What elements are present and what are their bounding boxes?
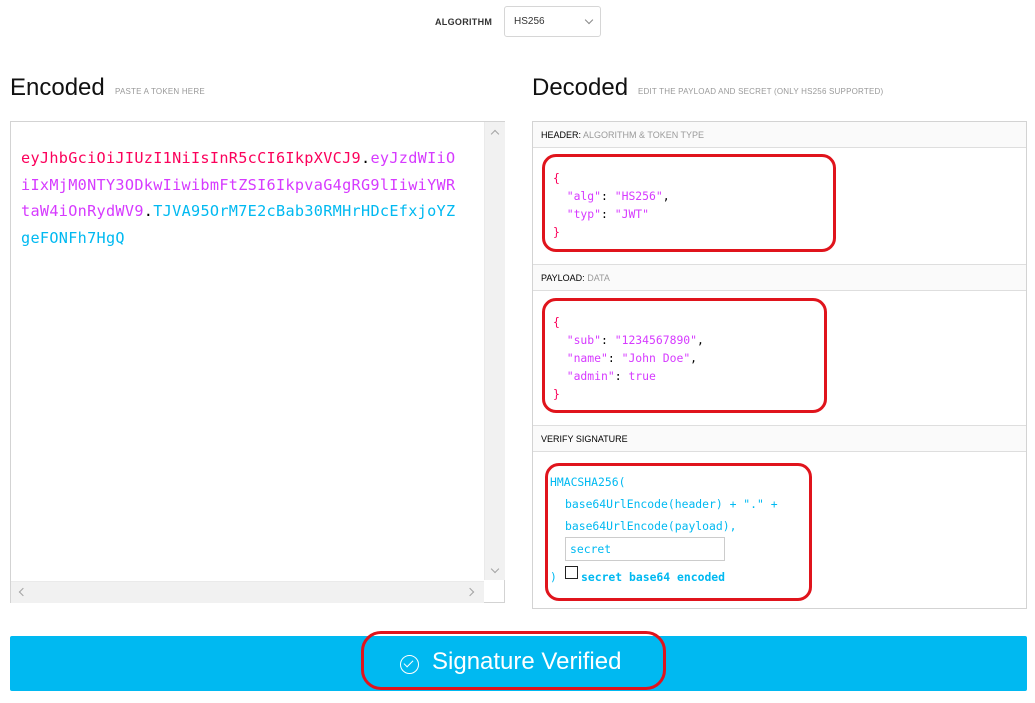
json-open-brace: { [553,171,560,185]
verify-line-1: HMACSHA256( [550,475,626,489]
payload-section-label: PAYLOAD: [541,273,585,283]
json-value: "HS256" [614,189,663,203]
verify-section-label: VERIFY SIGNATURE [541,434,628,444]
verify-section-title: VERIFY SIGNATURE [533,426,1026,452]
payload-json-editor[interactable]: { "sub": "1234567890", "name": "John Doe… [553,313,704,403]
check-circle-icon [400,655,419,674]
encoded-title: Encoded [10,74,105,101]
header-section-title: HEADER: ALGORITHM & TOKEN TYPE [533,122,1026,148]
header-section-sub: ALGORITHM & TOKEN TYPE [583,130,705,140]
token-header-segment: eyJhbGciOiJIUzI1NiIsInR5cCI6IkpXVCJ9 [21,149,361,167]
encoded-token-text[interactable]: eyJhbGciOiJIUzI1NiIsInR5cCI6IkpXVCJ9.eyJ… [21,145,461,251]
header-section-label: HEADER: [541,130,582,140]
json-value: "John Doe" [621,351,691,365]
signature-status-text: Signature Verified [432,648,622,675]
algorithm-select[interactable]: HS256 [504,6,601,37]
json-key: "name" [566,351,608,365]
secret-input[interactable]: secret [565,537,725,561]
json-key: "admin" [566,369,615,383]
verify-close-paren: ) [550,570,557,584]
chevron-down-icon [584,15,594,25]
json-close-brace: } [553,387,560,401]
scroll-right-icon[interactable] [465,587,475,597]
encoded-subtitle: PASTE A TOKEN HERE [115,87,205,96]
verify-line-3: base64UrlEncode(payload), [565,519,737,533]
horizontal-scrollbar[interactable] [11,581,484,603]
vertical-scrollbar[interactable] [484,122,505,580]
scroll-down-icon[interactable] [490,564,500,574]
decoded-title: Decoded [532,74,629,101]
json-key: "typ" [566,207,602,221]
json-value: "1234567890" [614,333,698,347]
secret-base64-label[interactable]: secret base64 encoded [581,570,725,584]
token-dot: . [143,202,154,220]
algorithm-selected-value: HS256 [514,16,545,27]
json-value: true [628,369,656,383]
secret-base64-checkbox[interactable] [565,566,578,579]
verify-line-2: base64UrlEncode(header) + "." + [565,497,778,511]
json-value: "JWT" [614,207,650,221]
json-key: "sub" [566,333,602,347]
scroll-up-icon[interactable] [490,129,500,139]
scroll-left-icon[interactable] [18,587,28,597]
decoded-subtitle: EDIT THE PAYLOAD AND SECRET (ONLY HS256 … [638,87,884,96]
json-key: "alg" [566,189,602,203]
json-close-brace: } [553,225,560,239]
header-json-editor[interactable]: { "alg": "HS256", "typ": "JWT" } [553,169,670,241]
algorithm-label: ALGORITHM [435,17,493,27]
payload-section-title: PAYLOAD: DATA [533,265,1026,291]
payload-section-sub: DATA [587,273,610,283]
json-open-brace: { [553,315,560,329]
